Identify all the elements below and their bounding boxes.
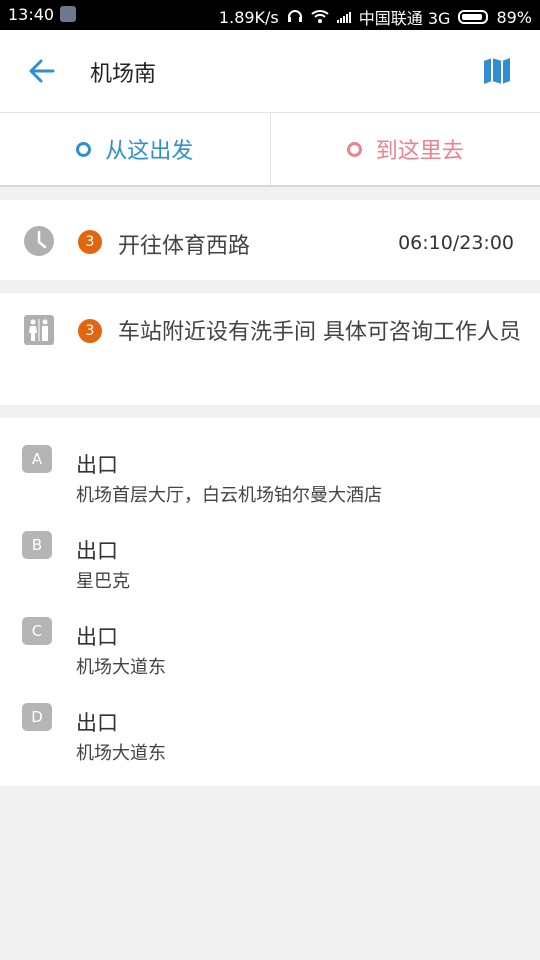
exit-item[interactable]: C 出口 机场大道东: [0, 617, 540, 699]
exit-letter-badge: D: [22, 703, 52, 731]
exit-label: 出口: [76, 711, 118, 735]
status-bar: 13:40 1.89K/s 中国联通 3G 89%: [0, 0, 540, 30]
exit-label: 出口: [76, 453, 118, 477]
map-icon[interactable]: [482, 56, 512, 86]
wifi-icon: [311, 8, 329, 27]
exit-description: 机场大道东: [76, 657, 166, 678]
battery-icon: [458, 10, 489, 24]
restroom-card: 3 车站附近设有洗手间 具体可咨询工作人员: [0, 293, 540, 405]
service-hours: 06:10/23:00: [398, 232, 514, 254]
exit-description: 机场首层大厅，白云机场铂尔曼大酒店: [76, 485, 382, 506]
battery-percent: 89%: [496, 7, 532, 27]
status-time: 13:40: [8, 5, 55, 24]
carrier-name: 中国联通 3G: [358, 9, 451, 28]
network-speed: 1.89K/s: [218, 7, 279, 27]
service-time-card: 3 开往体育西路 06:10/23:00: [0, 200, 540, 280]
exit-item[interactable]: B 出口 星巴克: [0, 531, 540, 613]
headphones-icon: [287, 8, 303, 27]
exit-item[interactable]: A 出口 机场首层大厅，白云机场铂尔曼大酒店: [0, 445, 540, 527]
exit-letter-badge: B: [22, 531, 52, 559]
notification-icon: [60, 6, 76, 22]
exit-item[interactable]: D 出口 机场大道东: [0, 703, 540, 785]
depart-label: 从这出发: [105, 139, 194, 164]
exit-description: 星巴克: [76, 571, 130, 592]
exit-description: 机场大道东: [76, 743, 166, 764]
depart-from-here-button[interactable]: 从这出发: [0, 113, 270, 185]
page-title: 机场南: [90, 62, 157, 87]
destination-ring-icon: [346, 141, 362, 157]
signal-icon: [336, 11, 351, 23]
exit-label: 出口: [76, 539, 118, 563]
line-badge: 3: [78, 230, 102, 254]
clock-icon: [24, 226, 54, 260]
restroom-text: 车站附近设有洗手间 具体可咨询工作人员: [118, 320, 521, 345]
exit-letter-badge: A: [22, 445, 52, 473]
origin-ring-icon: [76, 141, 92, 157]
direction-text: 开往体育西路: [118, 234, 251, 259]
go-label: 到这里去: [375, 139, 464, 164]
exit-label: 出口: [76, 625, 118, 649]
go-here-button[interactable]: 到这里去: [269, 113, 540, 185]
exit-letter-badge: C: [22, 617, 52, 645]
line-badge: 3: [78, 319, 102, 343]
route-actions: 从这出发 到这里去: [0, 113, 540, 187]
app-header: 机场南: [0, 30, 540, 113]
restroom-icon: [24, 315, 54, 349]
exits-card: A 出口 机场首层大厅，白云机场铂尔曼大酒店 B 出口 星巴克 C 出口 机场大…: [0, 418, 540, 786]
status-right: 1.89K/s 中国联通 3G 89%: [219, 5, 532, 29]
back-arrow-icon[interactable]: [28, 57, 56, 85]
